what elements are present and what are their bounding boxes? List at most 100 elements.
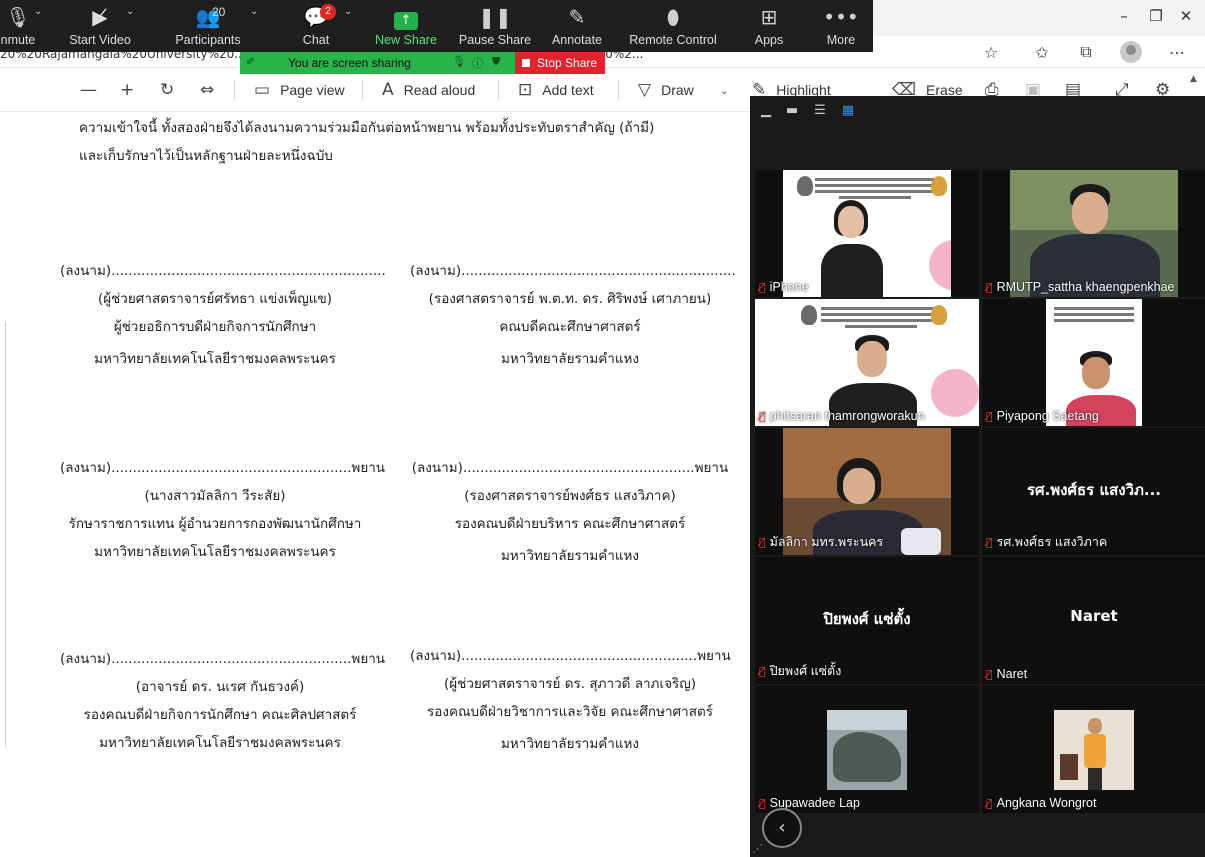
zoom-out-button[interactable]: — <box>80 68 107 112</box>
read-aloud-button[interactable]: A Read aloud <box>382 68 475 112</box>
signatory-position: ผู้ช่วยอธิการบดีฝ่ายกิจการนักศึกษา <box>113 319 317 335</box>
minimize-icon[interactable]: ▁ <box>758 104 774 118</box>
toolbar-divider <box>498 80 499 100</box>
resize-grip-icon[interactable]: ⋰ <box>752 842 763 855</box>
fit-page-button[interactable]: ⇔ <box>200 68 224 112</box>
collections-icon[interactable]: ⧉ <box>1074 41 1098 63</box>
participant-tile[interactable]: 🎙̸ RMUTP_sattha khaengpenkhae <box>982 170 1205 297</box>
close-window-button[interactable]: ✕ <box>1172 6 1200 26</box>
participant-tile[interactable]: 🎙̸ Piyapong Saetang <box>982 299 1205 426</box>
minimize-button[interactable]: – <box>1110 6 1138 26</box>
zoom-in-button[interactable]: + <box>120 68 144 112</box>
chevron-down-icon[interactable]: ⌄ <box>126 6 134 17</box>
minus-icon: — <box>80 80 97 100</box>
person-head <box>857 341 887 377</box>
chevron-down-icon[interactable]: ⌄ <box>720 84 729 97</box>
participant-tile[interactable]: 🎙̸ Supawadee Lap <box>755 686 979 813</box>
university-logo <box>797 176 813 196</box>
video-frame <box>1046 299 1142 426</box>
slide-heading <box>815 178 935 204</box>
participant-name-text: ปิยพงศ์ แซ่ตั้ง <box>769 664 842 678</box>
person-head <box>1072 192 1108 234</box>
participant-display-name: ปิยพงศ์ แซ่ตั้ง <box>823 610 911 628</box>
participant-name: 🎙̸ iPhone <box>759 280 809 294</box>
signatory-org: มหาวิทยาลัยเทคโนโลยีราชมงคลพระนคร <box>94 544 336 560</box>
start-video-button[interactable]: ▶̸ Start Video ⌄ <box>60 0 140 52</box>
video-frame <box>755 299 979 426</box>
info-icon[interactable]: ⓘ <box>472 55 483 71</box>
restore-button[interactable]: ❐ <box>1142 6 1170 26</box>
page-view-icon: ▭ <box>254 80 271 100</box>
sharing-status-bar[interactable]: ✐ You are screen sharing 🎙 ⓘ ⛊ <box>240 52 515 74</box>
grip-icon[interactable]: ✐ <box>246 55 255 68</box>
apps-button[interactable]: ⊞ Apps <box>729 0 809 52</box>
participants-icon: 👥 <box>195 5 221 29</box>
participant-tile[interactable]: ปิยพงศ์ แซ่ตั้ง 🎙̸ ปิยพงศ์ แซ่ตั้ง <box>755 557 979 684</box>
signature-line: (ลงนาม).................................… <box>411 460 729 476</box>
strip-view-icon[interactable]: ☰ <box>812 104 828 118</box>
mic-muted-icon: 🎙̸ <box>986 797 993 810</box>
signatory-name: (นางสาวมัลลิกา วีระสัย) <box>144 488 286 504</box>
participant-tile[interactable]: 🎙̸ phitsaran thamrongworakun <box>755 299 979 426</box>
person-body <box>821 244 883 297</box>
chevron-down-icon[interactable]: ⌄ <box>34 6 42 17</box>
doc-paragraph-line: ความเข้าใจนี้ ทั้งสองฝ่ายจึงได้ลงนามความ… <box>79 120 655 136</box>
draw-label: Draw <box>661 82 694 98</box>
start-video-label: Start Video <box>69 33 131 47</box>
scrollbar-up-arrow[interactable]: ▲ <box>1190 74 1197 84</box>
favorite-star-icon[interactable]: ☆ <box>979 41 1003 63</box>
signatory-org: มหาวิทยาลัยเทคโนโลยีราชมงคลพระนคร <box>99 735 341 751</box>
mic-muted-icon: 🎙̸ <box>986 668 993 681</box>
annotate-button[interactable]: ✎ Annotate <box>537 0 617 52</box>
video-frame <box>783 170 951 297</box>
speaker-view-icon[interactable]: ▬ <box>784 104 800 118</box>
mic-muted-icon: 🎙̸ <box>986 410 993 423</box>
toolbar-divider <box>618 80 619 100</box>
new-share-button[interactable]: ↑ New Share <box>366 0 446 52</box>
pencil-icon: ✎ <box>568 5 586 29</box>
mouse-icon: ⬮ <box>666 5 680 29</box>
mic-muted-icon[interactable]: 🎙 <box>452 55 466 68</box>
chat-button[interactable]: 💬 2 Chat ⌄ <box>276 0 356 52</box>
signatory-org: มหาวิทยาลัยรามคำแหง <box>500 351 640 367</box>
more-dots-icon: ••• <box>823 5 859 29</box>
unmute-button[interactable]: 🎙 nmute ⌄ <box>0 0 58 52</box>
gallery-view-icon[interactable]: ▦ <box>840 104 856 118</box>
draw-button[interactable]: ▽ Draw ⌄ <box>638 68 729 112</box>
more-button[interactable]: ••• More <box>801 0 881 52</box>
participant-tile[interactable]: 🎙̸ iPhone <box>755 170 979 297</box>
participants-button[interactable]: 👥 20 Participants ⌄ <box>168 0 258 52</box>
previous-page-button[interactable]: ‹ <box>762 808 802 848</box>
favorites-icon[interactable]: ✩ <box>1030 41 1054 63</box>
participant-name: 🎙̸ phitsaran thamrongworakun <box>759 409 925 423</box>
more-options-icon[interactable]: ⋯ <box>1165 41 1189 63</box>
participant-tile[interactable]: Naret 🎙̸ Naret <box>982 557 1205 684</box>
annotate-label: Annotate <box>551 33 603 47</box>
chevron-down-icon[interactable]: ⌄ <box>250 6 258 17</box>
participant-tile[interactable]: รศ.พงศ์ธร แสงวิภ... 🎙̸ รศ.พงศ์ธร แสงวิภาค <box>982 428 1205 555</box>
remote-control-button[interactable]: ⬮ Remote Control <box>628 0 718 52</box>
participant-tile[interactable]: 🎙̸ Angkana Wongrot <box>982 686 1205 813</box>
add-text-button[interactable]: ⊡ Add text <box>518 68 594 112</box>
person-head <box>1088 718 1102 734</box>
remote-control-label: Remote Control <box>629 33 717 47</box>
page-view-button[interactable]: ▭ Page view <box>254 68 345 112</box>
stop-share-label: Stop Share <box>537 56 598 70</box>
shield-check-icon[interactable]: ⛊ <box>492 55 500 69</box>
participant-name: 🎙̸ ปิยพงศ์ แซ่ตั้ง <box>759 661 841 681</box>
signatory-name: (รองศาสตราจารย์พงศ์ธร แสงวิภาค) <box>464 488 676 504</box>
signatory-org: มหาวิทยาลัยเทคโนโลยีราชมงคลพระนคร <box>94 351 336 367</box>
chevron-down-icon[interactable]: ⌄ <box>344 6 352 17</box>
decorative-orb <box>929 240 951 290</box>
pause-share-button[interactable]: ❚❚ Pause Share <box>455 0 535 52</box>
rotate-button[interactable]: ↻ <box>160 68 184 112</box>
profile-avatar[interactable] <box>1120 41 1142 63</box>
participant-tile[interactable]: 🎙̸ มัลลิกา มทร.พระนคร <box>755 428 979 555</box>
signature-line: (ลงนาม).................................… <box>60 651 386 667</box>
background-object <box>1060 754 1078 780</box>
participant-display-name: Naret <box>1070 607 1118 625</box>
stop-share-button[interactable]: Stop Share <box>515 52 605 74</box>
slide-heading <box>1054 307 1134 333</box>
participant-display-name: รศ.พงศ์ธร แสงวิภ... <box>1027 481 1161 499</box>
participants-count: 20 <box>212 5 226 19</box>
